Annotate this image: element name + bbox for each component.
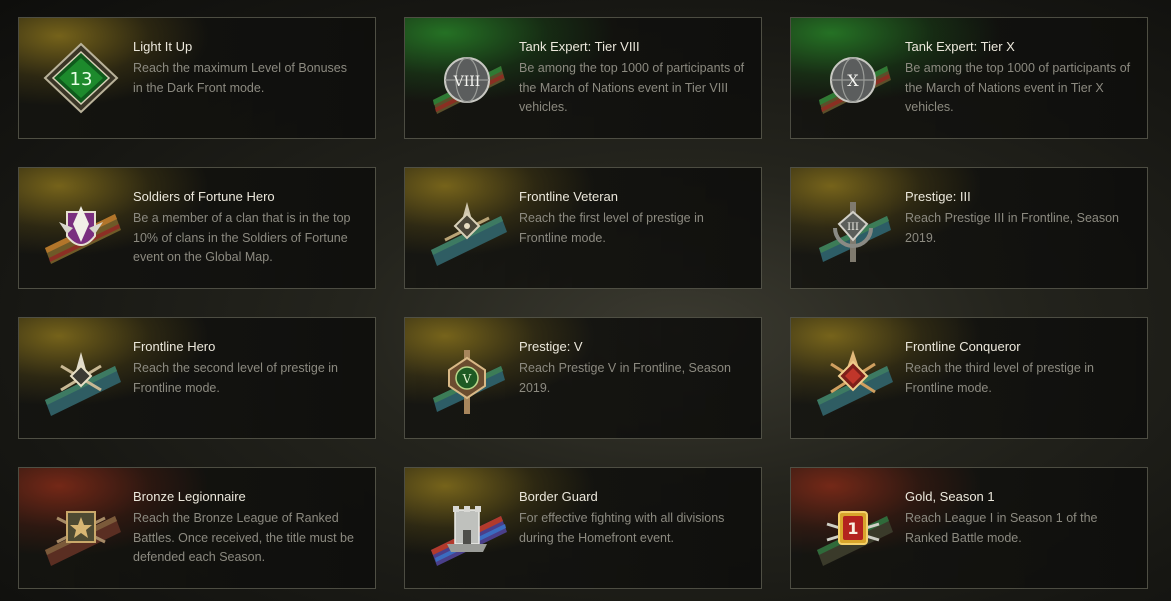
achievement-description: Be among the top 1000 of participants of…: [519, 61, 745, 114]
achievement-title: Border Guard: [519, 489, 598, 504]
gold-league-1-medal-icon: 1: [809, 488, 897, 568]
achievement-title: Frontline Conqueror: [905, 339, 1021, 354]
achievement-title: Frontline Hero: [133, 339, 216, 354]
diamond-13-badge-icon: 13: [37, 38, 125, 118]
achievement-card-frontline-veteran[interactable]: Frontline Veteran Reach the first level …: [404, 167, 762, 289]
achievement-title: Tank Expert: Tier X: [905, 39, 1015, 54]
achievement-card-frontline-conqueror[interactable]: Frontline Conqueror Reach the third leve…: [790, 317, 1148, 439]
svg-text:X: X: [847, 71, 859, 90]
achievement-description: Reach the first level of prestige in Fro…: [519, 211, 704, 245]
frontline-conqueror-medal-icon: [809, 338, 897, 418]
achievement-card-gold-season-1[interactable]: 1 Gold, Season 1 Reach League I in Seaso…: [790, 467, 1148, 589]
achievement-description: Reach the Bronze League of Ranked Battle…: [133, 511, 354, 564]
svg-text:13: 13: [70, 69, 93, 90]
achievement-description: For effective fighting with all division…: [519, 511, 725, 545]
bronze-star-medal-icon: [37, 488, 125, 568]
achievement-title: Bronze Legionnaire: [133, 489, 246, 504]
achievement-card-frontline-hero[interactable]: Frontline Hero Reach the second level of…: [18, 317, 376, 439]
achievement-description: Be a member of a clan that is in the top…: [133, 211, 351, 264]
achievement-card-bronze-legionnaire[interactable]: Bronze Legionnaire Reach the Bronze Leag…: [18, 467, 376, 589]
achievement-card-prestige-iii[interactable]: III Prestige: III Reach Prestige III in …: [790, 167, 1148, 289]
svg-text:V: V: [462, 372, 472, 386]
achievement-title: Light It Up: [133, 39, 193, 54]
achievement-title: Prestige: V: [519, 339, 583, 354]
globe-tier-viii-medal-icon: VIII: [423, 38, 511, 118]
prestige-v-medal-icon: V: [423, 338, 511, 418]
svg-text:III: III: [847, 222, 859, 233]
achievement-description: Reach the second level of prestige in Fr…: [133, 361, 338, 395]
frontline-star-medal-icon: [423, 188, 511, 268]
achievement-card-tank-expert-x[interactable]: X Tank Expert: Tier X Be among the top 1…: [790, 17, 1148, 139]
achievement-card-soldiers-of-fortune-hero[interactable]: Soldiers of Fortune Hero Be a member of …: [18, 167, 376, 289]
achievement-description: Reach League I in Season 1 of the Ranked…: [905, 511, 1098, 545]
svg-text:VIII: VIII: [453, 74, 481, 90]
achievement-title: Tank Expert: Tier VIII: [519, 39, 640, 54]
achievement-description: Reach the third level of prestige in Fro…: [905, 361, 1094, 395]
globe-tier-x-medal-icon: X: [809, 38, 897, 118]
achievement-title: Soldiers of Fortune Hero: [133, 189, 275, 204]
achievement-description: Be among the top 1000 of participants of…: [905, 61, 1131, 114]
achievement-title: Prestige: III: [905, 189, 971, 204]
eagle-shield-medal-icon: [37, 188, 125, 268]
achievement-card-light-it-up[interactable]: 13 Light It Up Reach the maximum Level o…: [18, 17, 376, 139]
achievement-description: Reach the maximum Level of Bonuses in th…: [133, 61, 347, 95]
frontline-hero-medal-icon: [37, 338, 125, 418]
achievements-grid: 13 Light It Up Reach the maximum Level o…: [0, 0, 1171, 601]
achievement-card-tank-expert-viii[interactable]: VIII Tank Expert: Tier VIII Be among the…: [404, 17, 762, 139]
achievement-description: Reach Prestige V in Frontline, Season 20…: [519, 361, 731, 395]
svg-text:1: 1: [847, 519, 858, 538]
achievement-title: Frontline Veteran: [519, 189, 619, 204]
achievement-title: Gold, Season 1: [905, 489, 995, 504]
achievement-card-border-guard[interactable]: Border Guard For effective fighting with…: [404, 467, 762, 589]
fortress-tower-medal-icon: [423, 488, 511, 568]
prestige-iii-medal-icon: III: [809, 188, 897, 268]
achievement-card-prestige-v[interactable]: V Prestige: V Reach Prestige V in Frontl…: [404, 317, 762, 439]
achievement-description: Reach Prestige III in Frontline, Season …: [905, 211, 1120, 245]
